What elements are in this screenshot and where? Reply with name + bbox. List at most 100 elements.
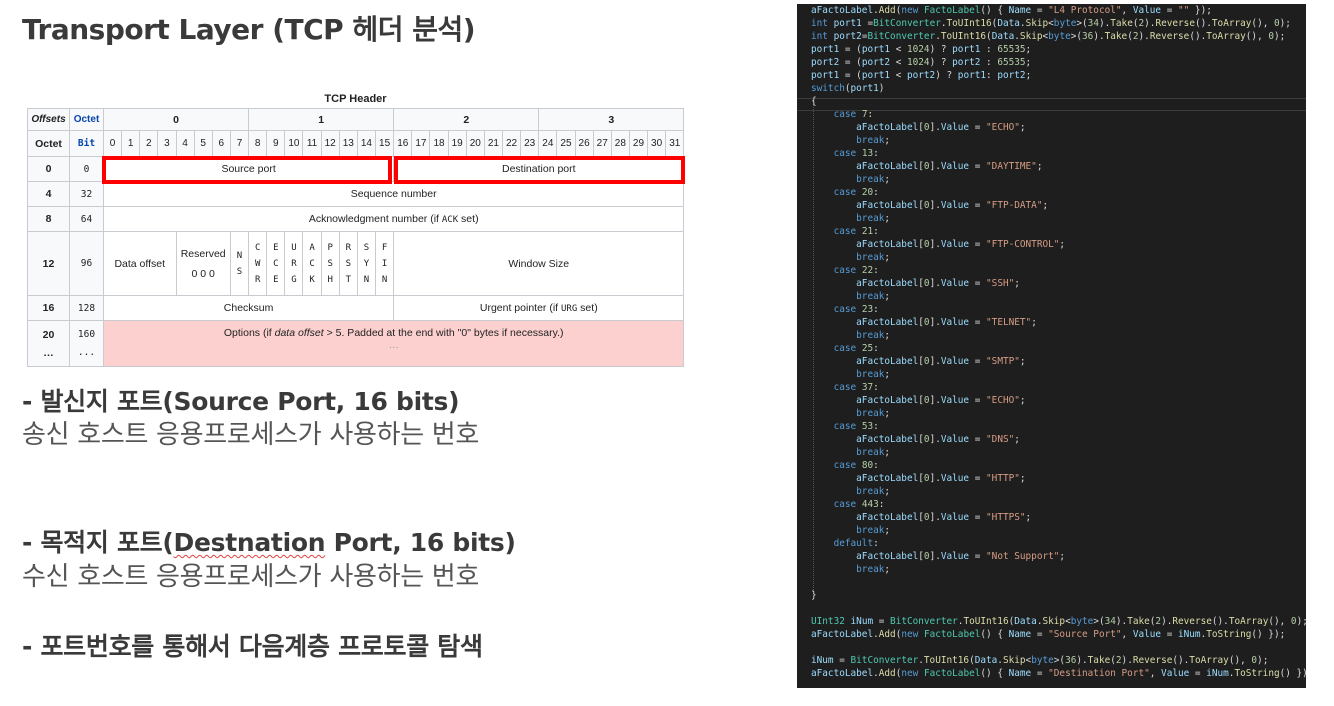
code-line: break; [856,174,891,185]
code-line: aFactoLabel[0].Value = "HTTPS"; [856,512,1032,523]
syn-flag: SYN [356,231,376,296]
code-line: break; [856,408,891,419]
flag-letter: F [381,242,388,253]
code-line: break; [856,447,891,458]
code-line: aFactoLabel.Add(new FactoLabel() { Name … [811,629,1286,640]
flag-letter: N [363,274,370,285]
code-line: break; [856,330,891,341]
bit-number: 25 [556,130,576,157]
ack-number-field: Acknowledgment number (if ACK set) [102,206,685,232]
code-line: aFactoLabel[0].Value = "DAYTIME"; [856,161,1043,172]
code-line: aFactoLabel[0].Value = "SSH"; [856,278,1020,289]
bit-number: 28 [610,130,630,157]
ack-suffix-text: set) [458,213,479,225]
code-line: case 53: [833,421,879,432]
rst-flag: RST [338,231,358,296]
ellipsis: ... [77,346,96,358]
options-italic: data offset [274,327,324,339]
code-line: int port1 =BitConverter.ToUInt16(Data.Sk… [811,18,1291,29]
urgent-suffix-text: set) [577,302,598,314]
checksum-field: Checksum [102,295,395,321]
octet-header-2: 2 [393,108,540,131]
code-line: break; [856,486,891,497]
urg-flag-text: URG [561,304,578,314]
code-line: case 22: [833,265,879,276]
bit-number: 2 [139,130,159,157]
flag-letter: R [254,274,261,285]
sequence-number-field: Sequence number [102,181,685,207]
flag-letter: R [291,258,297,269]
code-line: UInt32 iNum = BitConverter.ToUInt16(Data… [811,616,1306,627]
current-line-highlight [797,98,1306,111]
flag-letter: C [309,258,315,269]
offsets-corner-label: Offsets [27,108,70,131]
bit-number: 29 [628,130,649,157]
code-line: aFactoLabel[0].Value = "HTTP"; [856,473,1026,484]
row-octet-label: 0 [27,156,70,182]
heading-text: Port, 16 bits) [325,528,516,557]
row-bit-label: 128 [69,295,104,321]
flag-letter: C [273,258,279,269]
bit-number: 24 [538,130,558,157]
row-bit-label: 160... [69,320,104,367]
bit-number: 5 [193,130,213,157]
code-line: switch(port1) [811,83,885,94]
bit-number: 11 [302,130,322,157]
code-line: port1 = (port1 < 1024) ? port1 : 65535; [811,44,1032,55]
bit-number: 9 [266,130,286,157]
flag-letter: S [327,258,333,269]
reserved-bits: 0 0 0 [191,267,215,280]
reserved-label: Reserved [180,247,226,260]
octet-row-label: Octet [27,130,70,157]
octet-header-0: 0 [102,108,250,131]
bit-number: 31 [665,130,685,157]
octet-corner-label: Octet [69,108,104,131]
ns-flag: NS [229,231,250,296]
code-line: aFactoLabel[0].Value = "FTP-CONTROL"; [856,239,1066,250]
bit-number: 26 [574,130,594,157]
code-line: iNum = BitConverter.ToUInt16(Data.Skip<b… [811,655,1269,666]
flag-letter: I [381,258,388,269]
row-bit-label: 0 [69,156,104,182]
code-line: aFactoLabel[0].Value = "Not Support"; [856,551,1066,562]
code-line: aFactoLabel[0].Value = "DNS"; [856,434,1020,445]
bit-number: 18 [429,130,449,157]
ack-number-text: Acknowledgment number (if [308,213,442,225]
psh-flag: PSH [320,231,340,296]
bit-number: 17 [411,130,431,157]
bit-number: 14 [356,130,376,157]
flag-letter: E [273,274,279,285]
flag-letter: C [254,242,261,253]
code-line: int port2=BitConverter.ToUInt16(Data.Ski… [811,31,1286,42]
ack-flag-text: ACK [441,215,459,225]
bit-number: 6 [211,130,231,157]
bit-number: 15 [374,130,395,157]
bit-number: 10 [284,130,304,157]
bit-number: 12 [320,130,340,157]
row-octet-label: 20… [27,320,70,367]
tcp-header-table: TCP Header Offsets Octet 0 1 2 3 Octet B… [27,90,685,367]
code-line: port1 = (port1 < port2) ? port1: port2; [811,70,1032,81]
code-line: aFactoLabel[0].Value = "ECHO"; [856,395,1026,406]
flag-letter: P [327,242,333,253]
flag-letter: S [236,266,243,277]
code-editor-panel[interactable]: aFactoLabel.Add(new FactoLabel() { Name … [797,4,1306,688]
heading-text: - 목적지 포트( [22,528,174,557]
options-suffix: > 5. Padded at the end with "0" bytes if… [323,327,564,339]
row-bit-label: 32 [69,181,104,207]
code-line: aFactoLabel.Add(new FactoLabel() { Name … [811,668,1306,679]
source-port-description: 송신 호스트 응용프로세스가 사용하는 번호 [22,420,480,450]
flag-letter: W [254,258,261,269]
bit-number: 30 [647,130,667,157]
row-octet-label: 8 [27,206,70,232]
code-line: break; [856,213,891,224]
reserved-field: Reserved 0 0 0 [175,231,231,296]
code-line: case 13: [833,148,879,159]
options-prefix: Options (if [223,327,275,339]
flag-letter: A [309,242,315,253]
flag-letter: N [381,274,388,285]
code-line: break; [856,135,891,146]
code-line: aFactoLabel[0].Value = "SMTP"; [856,356,1026,367]
misspelled-word: Destnation [173,528,326,557]
code-line: } [811,590,817,601]
